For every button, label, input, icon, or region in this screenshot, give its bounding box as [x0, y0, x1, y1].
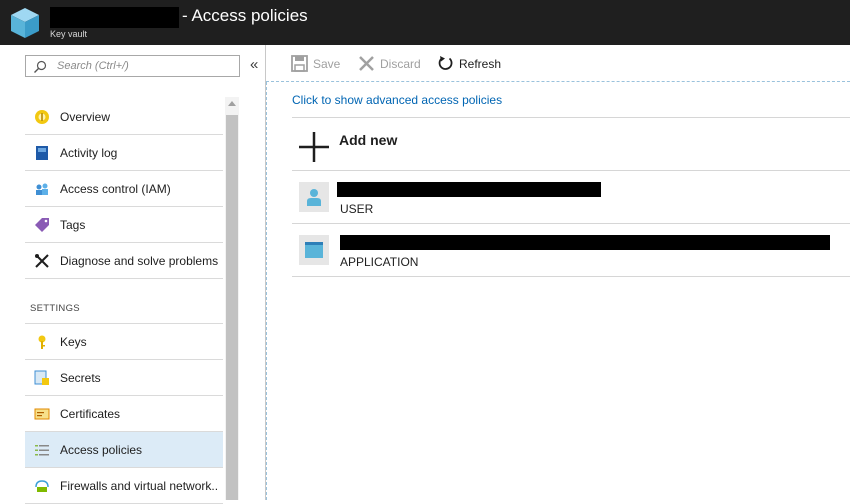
- resource-type-label: Key vault: [50, 29, 88, 39]
- resource-menu: Search (Ctrl+/) « Overview Activity log …: [0, 45, 266, 504]
- wrench-icon: [35, 254, 49, 268]
- page-title: - Access policies: [182, 6, 308, 25]
- plus-icon: [299, 132, 329, 162]
- redacted-principal-name: [340, 235, 830, 250]
- nav-item-tags[interactable]: Tags: [25, 207, 223, 243]
- nav-item-overview[interactable]: Overview: [25, 99, 223, 135]
- collapse-menu-button[interactable]: «: [250, 56, 258, 74]
- discard-label: Discard: [380, 57, 421, 71]
- nav-item-secrets[interactable]: Secrets: [25, 360, 223, 396]
- activity-log-icon: [36, 146, 48, 160]
- nav-item-access-control[interactable]: Access control (IAM): [25, 171, 223, 207]
- refresh-label: Refresh: [459, 57, 502, 71]
- nav-item-diagnose[interactable]: Diagnose and solve problems: [25, 243, 223, 279]
- nav-item-label: Secrets: [60, 371, 101, 385]
- secret-icon: [34, 370, 49, 385]
- nav-item-activity-log[interactable]: Activity log: [25, 135, 223, 171]
- add-new-button[interactable]: Add new: [292, 117, 850, 169]
- nav-item-firewalls[interactable]: Firewalls and virtual network..: [25, 468, 223, 504]
- policy-row-application[interactable]: APPLICATION: [292, 223, 850, 275]
- command-bar: Save Discard Refresh: [266, 45, 850, 82]
- overview-icon: [35, 110, 49, 124]
- nav-item-access-policies[interactable]: Access policies: [25, 432, 223, 468]
- show-advanced-policies-link[interactable]: Click to show advanced access policies: [292, 93, 502, 107]
- nav-item-label: Keys: [60, 335, 87, 349]
- redacted-vault-name: [50, 7, 179, 28]
- iam-icon: [36, 183, 48, 195]
- nav-item-keys[interactable]: Keys: [25, 324, 223, 360]
- application-avatar: [299, 235, 329, 265]
- nav-item-label: Diagnose and solve problems: [60, 254, 219, 268]
- settings-section-heading: SETTINGS: [30, 303, 80, 314]
- divider: [292, 276, 850, 277]
- menu-scrollbar[interactable]: [225, 97, 239, 500]
- access-policies-icon: [35, 445, 49, 456]
- nav-item-label: Overview: [60, 110, 111, 124]
- search-placeholder: Search (Ctrl+/): [57, 60, 129, 72]
- nav-item-label: Firewalls and virtual network..: [60, 479, 219, 493]
- access-policies-blade: Save Discard Refresh Click to show advan…: [266, 45, 850, 500]
- nav-item-label: Access control (IAM): [60, 182, 171, 196]
- nav-item-label: Tags: [60, 218, 86, 232]
- search-icon: [34, 60, 47, 73]
- principal-type: USER: [340, 202, 374, 216]
- save-label: Save: [313, 57, 341, 71]
- firewall-icon: [35, 480, 49, 492]
- nav-item-label: Activity log: [60, 146, 118, 160]
- top-header: - Access policies Key vault: [0, 0, 850, 45]
- policy-row-user[interactable]: USER: [292, 170, 850, 222]
- certificate-icon: [34, 408, 50, 420]
- key-vault-logo-icon: [11, 8, 39, 38]
- nav-item-label: Access policies: [60, 443, 143, 457]
- user-icon: [307, 189, 321, 206]
- principal-type: APPLICATION: [340, 255, 419, 269]
- blade-border: [266, 82, 267, 500]
- refresh-icon: [438, 56, 453, 70]
- scroll-up-arrow-icon[interactable]: [228, 101, 236, 106]
- add-new-label: Add new: [339, 132, 398, 148]
- user-avatar: [299, 182, 329, 212]
- application-icon: [305, 242, 323, 258]
- save-icon: [291, 55, 308, 72]
- scrollbar-thumb[interactable]: [226, 115, 238, 500]
- close-icon: [359, 56, 374, 71]
- nav-item-label: Certificates: [60, 407, 121, 421]
- tag-icon: [35, 218, 49, 232]
- key-icon: [38, 335, 46, 349]
- redacted-principal-name: [337, 182, 601, 197]
- search-input[interactable]: Search (Ctrl+/): [25, 55, 240, 77]
- nav-item-certificates[interactable]: Certificates: [25, 396, 223, 432]
